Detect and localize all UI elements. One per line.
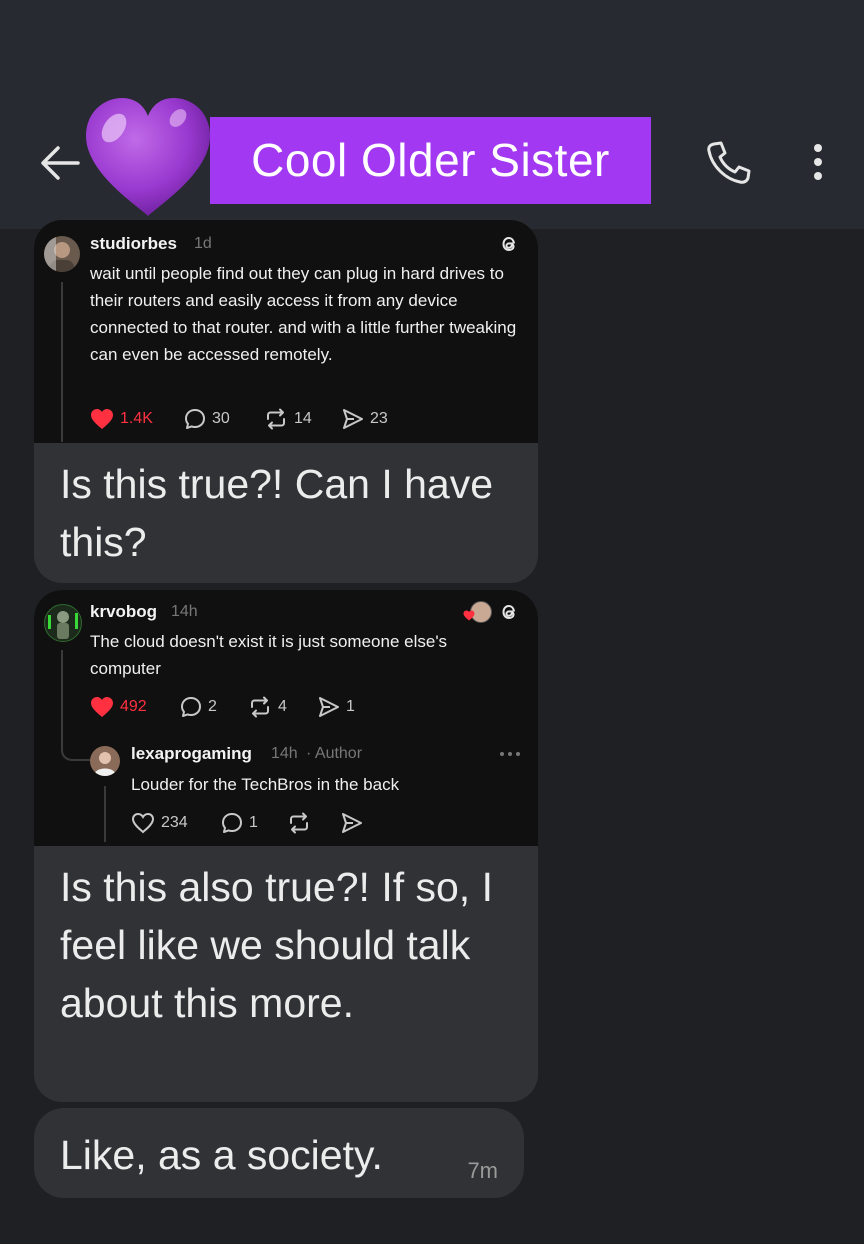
phone-call-icon[interactable] [704, 138, 754, 186]
share-stat[interactable] [341, 812, 363, 834]
shared-post-screenshot[interactable]: studiorbes 1d wait until people find out… [34, 220, 538, 443]
message-text: Is this true?! Can I have this? [60, 461, 494, 565]
repost-stat[interactable]: 4 [248, 696, 287, 718]
liked-by-author-avatar [463, 601, 492, 623]
repost-stat[interactable]: 14 [264, 408, 312, 430]
thread-line [61, 650, 63, 750]
heart-filled-icon [91, 409, 113, 429]
author-tag: · Author [306, 745, 363, 762]
threads-logo-icon [502, 236, 515, 252]
reply-count: 1 [249, 814, 258, 831]
message-text: Is this also true?! If so, I feel like w… [60, 864, 493, 1026]
comment-icon [181, 697, 201, 717]
thread-line [61, 282, 63, 442]
threads-logo-icon [502, 604, 515, 620]
reply-text: Louder for the TechBros in the back [131, 775, 400, 794]
post-username[interactable]: krvobog [90, 602, 157, 622]
thread-line [104, 786, 106, 842]
post-age: 14h [171, 603, 198, 620]
repost-count: 4 [278, 698, 287, 715]
post-username[interactable]: studiorbes [90, 234, 177, 254]
more-options-icon[interactable] [800, 138, 836, 186]
purple-heart-icon [86, 98, 210, 216]
send-icon [343, 409, 363, 429]
message-bubble[interactable]: Like, as a society. 7m [34, 1108, 524, 1198]
message-bubble[interactable]: krvobog 14h The cloud doesn't exist it i… [34, 590, 538, 1102]
repost-icon [251, 696, 269, 718]
post-age: 1d [194, 235, 212, 252]
message-text: Like, as a society. [60, 1132, 383, 1178]
reply-count: 30 [212, 410, 230, 427]
like-stat[interactable]: 1.4K [90, 408, 153, 430]
heart-outline-icon [131, 812, 155, 834]
share-stat[interactable]: 23 [342, 408, 388, 430]
reply-stat[interactable]: 1 [221, 812, 258, 834]
shared-post-screenshot[interactable]: krvobog 14h The cloud doesn't exist it i… [34, 590, 538, 846]
message-bubble[interactable]: studiorbes 1d wait until people find out… [34, 220, 538, 583]
comment-icon [185, 409, 205, 429]
like-count: 234 [161, 814, 188, 831]
chat-title[interactable]: Cool Older Sister [210, 117, 651, 204]
reply-count: 2 [208, 698, 217, 715]
repost-stat[interactable] [287, 812, 311, 834]
heart-filled-icon [91, 697, 113, 717]
like-stat[interactable]: 234 [131, 812, 188, 834]
reply-stat[interactable]: 2 [180, 696, 217, 718]
avatar [44, 604, 82, 642]
like-count: 492 [120, 698, 147, 715]
chat-header: Cool Older Sister [0, 0, 864, 229]
message-timestamp: 7m [467, 1158, 498, 1183]
like-stat[interactable]: 492 [90, 696, 147, 718]
repost-icon [290, 812, 308, 834]
avatar [44, 236, 80, 272]
send-icon [319, 697, 339, 717]
avatar [90, 746, 120, 776]
reply-stat[interactable]: 30 [184, 408, 230, 430]
reply-username[interactable]: lexaprogaming [131, 744, 252, 764]
post-text: wait until people find out they can plug… [90, 264, 517, 364]
reply-age: 14h [271, 745, 298, 762]
share-stat[interactable]: 1 [318, 696, 355, 718]
repost-icon [267, 408, 285, 430]
more-options-icon[interactable] [499, 750, 521, 758]
comment-icon [222, 813, 242, 833]
post-text: The cloud doesn't exist it is just someo… [90, 632, 448, 678]
share-count: 23 [370, 410, 388, 427]
repost-count: 14 [294, 410, 312, 427]
send-icon [342, 813, 362, 833]
share-count: 1 [346, 698, 355, 715]
back-arrow-icon[interactable] [38, 143, 82, 183]
like-count: 1.4K [120, 410, 153, 427]
